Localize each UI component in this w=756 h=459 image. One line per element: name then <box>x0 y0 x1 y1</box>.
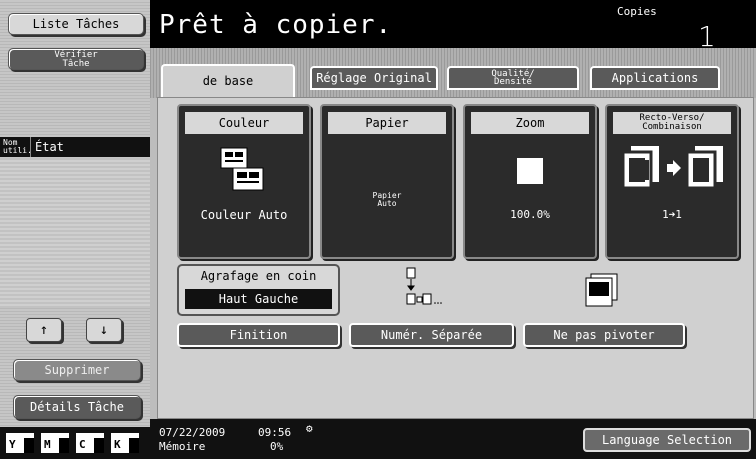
toner-c: C <box>76 433 104 453</box>
toner-k: K <box>111 433 139 453</box>
color-value: Couleur Auto <box>200 208 288 222</box>
toner-y: Y <box>6 433 34 453</box>
toner-m: M <box>41 433 69 453</box>
scroll-down-button[interactable]: ↓ <box>86 318 122 342</box>
left-panel: Liste Tâches Vérifier Tâche Nom utili. É… <box>0 0 150 459</box>
down-arrow-icon: ↓ <box>99 322 109 338</box>
staple-value: Haut Gauche <box>185 289 332 309</box>
tab-original-settings[interactable]: Réglage Original <box>310 66 438 90</box>
finishing-button[interactable]: Finition <box>177 323 340 347</box>
job-list <box>0 158 150 308</box>
zoom-value: 100.0% <box>510 208 550 221</box>
column-status: État <box>35 140 64 154</box>
duplex-value: 1➜1 <box>662 208 682 221</box>
duplex-combine-button[interactable]: Recto-Verso/ Combinaison 1➜1 <box>605 104 739 259</box>
date-text: 07/22/2009 <box>159 426 226 439</box>
up-arrow-icon: ↑ <box>39 322 49 338</box>
tab-quality-density[interactable]: Qualité/ Densité <box>447 66 579 90</box>
job-list-button[interactable]: Liste Tâches <box>8 13 144 35</box>
job-table-header: Nom utili. État <box>0 137 150 157</box>
color-mode-icon <box>220 147 264 191</box>
network-icon: ⚙ <box>306 422 313 435</box>
tab-applications[interactable]: Applications <box>590 66 720 90</box>
zoom-page-icon <box>517 158 543 184</box>
scroll-up-button[interactable]: ↑ <box>26 318 62 342</box>
no-rotate-button[interactable]: Ne pas pivoter <box>523 323 685 347</box>
tab-bar: de base Réglage Original Qualité/ Densit… <box>150 48 756 98</box>
zoom-button[interactable]: Zoom 100.0% <box>463 104 597 259</box>
memory-value: 0% <box>270 440 284 453</box>
separate-scan-button[interactable]: Numér. Séparée <box>349 323 514 347</box>
page-title: Prêt à copier. <box>159 10 393 40</box>
paper-button[interactable]: Papier Papier Auto <box>320 104 454 259</box>
copier-screen: Liste Tâches Vérifier Tâche Nom utili. É… <box>0 0 756 459</box>
zoom-title: Zoom <box>471 112 589 134</box>
tab-basic[interactable]: de base <box>161 64 295 97</box>
check-job-button[interactable]: Vérifier Tâche <box>8 48 144 70</box>
toner-levels: Y M C K <box>0 427 150 459</box>
basic-settings-panel: Couleur Couleur Auto Papier Papier Auto … <box>157 97 754 419</box>
separate-scan-icon <box>406 267 442 305</box>
staple-label: Agrafage en coin <box>200 269 317 283</box>
delete-button[interactable]: Supprimer <box>13 359 141 381</box>
status-bar: 07/22/2009 09:56 ⚙ Mémoire 0% Language S… <box>150 419 756 459</box>
paper-value: Papier Auto <box>372 191 402 208</box>
color-title: Couleur <box>185 112 303 134</box>
color-button[interactable]: Couleur Couleur Auto <box>177 104 311 259</box>
column-user-name: Nom utili. <box>3 138 32 155</box>
memory-label: Mémoire <box>159 440 206 453</box>
time-text: 09:56 <box>258 426 292 439</box>
language-selection-button[interactable]: Language Selection <box>583 428 751 452</box>
job-details-button[interactable]: Détails Tâche <box>13 395 141 419</box>
staple-corner-button[interactable]: Agrafage en coin Haut Gauche <box>177 264 340 316</box>
paper-title: Papier <box>328 112 446 134</box>
duplex-icon <box>621 146 723 190</box>
duplex-title: Recto-Verso/ Combinaison <box>613 112 731 134</box>
no-rotate-icon <box>585 273 618 307</box>
status-header: Prêt à copier. Copies 1 <box>150 0 756 53</box>
copies-label: Copies <box>617 5 657 18</box>
